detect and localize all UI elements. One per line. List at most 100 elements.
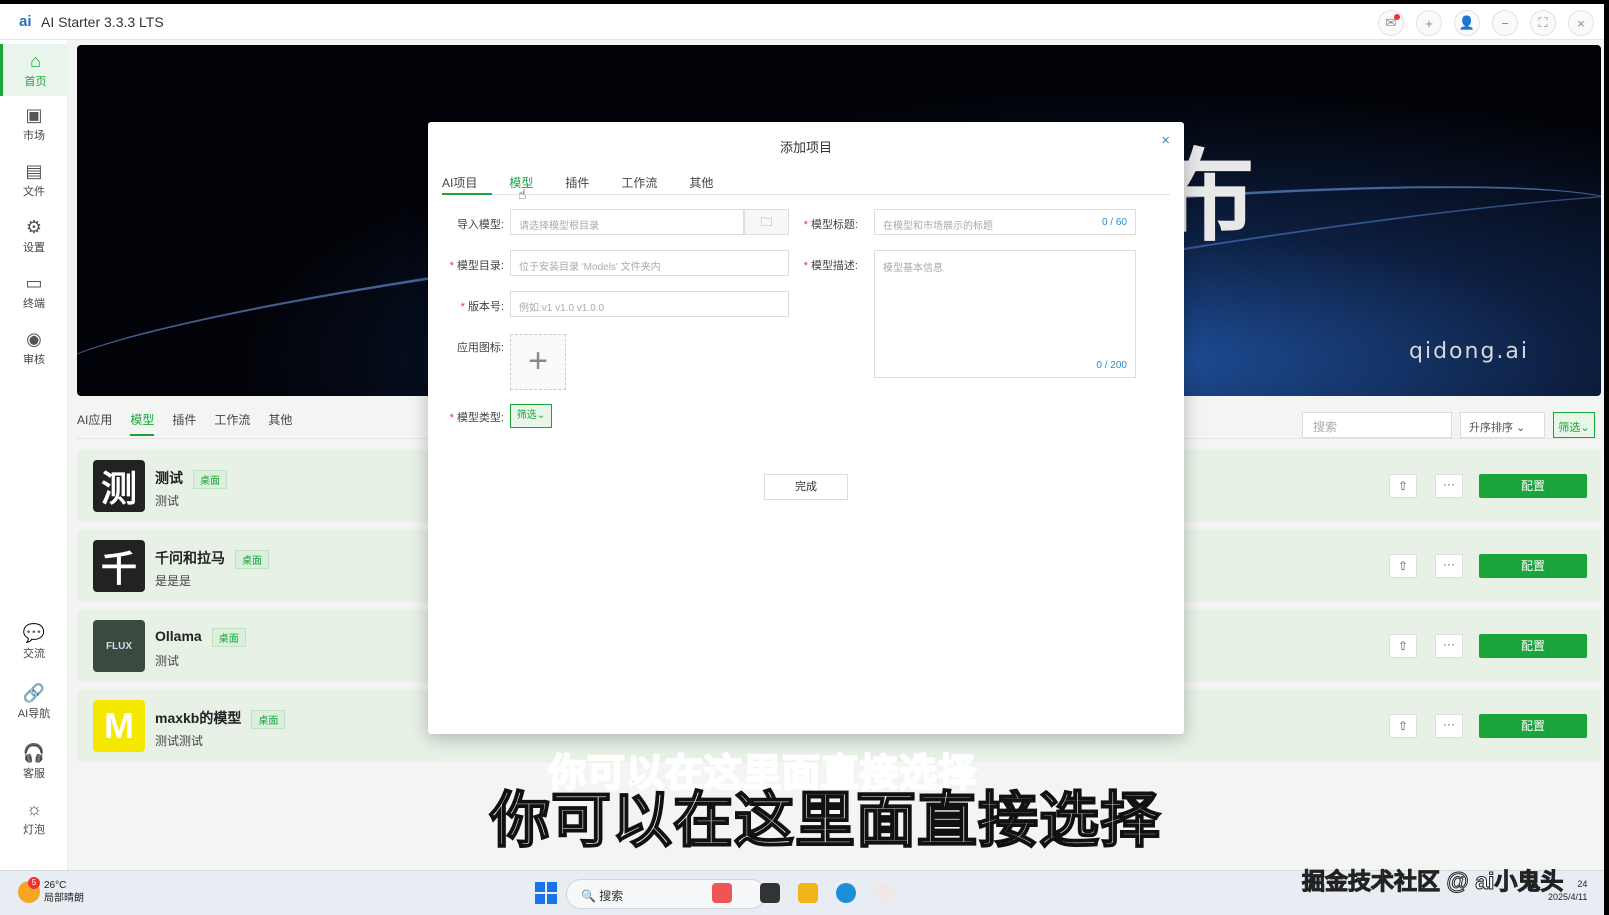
bulb-icon: ☼ — [25, 799, 43, 819]
window-controls: ✉ + 👤 − ⛶ × — [1378, 10, 1594, 36]
terminal-icon: ▭ — [25, 273, 43, 293]
sidebar: ⌂ 首页 ▣ 市场 ▤ 文件 ⚙ 设置 ▭ 终端 ◉ 审核 💬 交流 🔗 AI导航 🎧 客服 ☼ 灯… — [0, 40, 68, 870]
item-desc: 测试测试 — [155, 734, 204, 748]
chat-icon: 💬 — [22, 623, 46, 643]
status-badge: 桌面 — [193, 469, 227, 489]
share-icon[interactable]: ⇧ — [1389, 714, 1417, 738]
title-label: * 模型标题: — [803, 219, 858, 231]
tab-models[interactable]: 模型 — [130, 411, 155, 436]
icon-label: 应用图标: — [456, 342, 504, 354]
share-icon[interactable]: ⇧ — [1389, 474, 1417, 498]
sidebar-item-review[interactable]: ◉ 审核 — [0, 322, 68, 374]
taskbar-search[interactable]: 🔍 搜索 — [566, 879, 766, 909]
done-button[interactable]: 完成 — [764, 474, 848, 500]
windows-start-icon[interactable] — [535, 882, 557, 904]
minimize-icon[interactable]: − — [1492, 10, 1518, 36]
item-desc: 是是是 — [155, 574, 192, 588]
item-name: 测试 桌面 — [155, 468, 227, 489]
sidebar-item-files[interactable]: ▤ 文件 — [0, 154, 68, 206]
sidebar-item-home[interactable]: ⌂ 首页 — [0, 44, 68, 96]
headset-icon: 🎧 — [22, 743, 46, 763]
notification-dot — [1394, 14, 1400, 20]
status-badge: 桌面 — [211, 628, 246, 647]
more-icon[interactable]: ··· — [1435, 474, 1463, 498]
title-char-count: 0 / 60 — [1101, 217, 1127, 228]
config-button[interactable]: 配置 — [1479, 634, 1587, 658]
more-icon[interactable]: ··· — [1435, 554, 1463, 578]
desc-label: * 模型描述: — [803, 260, 858, 272]
more-icon[interactable]: ··· — [1435, 714, 1463, 738]
sidebar-item-settings[interactable]: ⚙ 设置 — [0, 210, 68, 262]
model-dir-input[interactable]: 位于安装目录 'Models' 文件夹内 — [510, 250, 789, 276]
banner-domain: qidong.ai — [1409, 339, 1529, 364]
app-title: AI Starter 3.3.3 LTS — [41, 13, 164, 30]
sidebar-item-market[interactable]: ▣ 市场 — [0, 98, 68, 150]
weather-text: 26°C 局部晴朗 — [44, 880, 84, 904]
item-name: 千问和拉马 桌面 — [155, 548, 269, 569]
close-icon[interactable]: × — [1161, 132, 1170, 149]
model-title-input[interactable]: 在模型和市场展示的标题 0 / 60 — [874, 209, 1136, 235]
tab-plugins[interactable]: 插件 — [172, 411, 196, 436]
item-name: maxkb的模型 桌面 — [155, 708, 286, 729]
config-button[interactable]: 配置 — [1479, 714, 1587, 738]
model-desc-textarea[interactable]: 模型基本信息 0 / 200 — [874, 250, 1136, 378]
avatar: FLUX — [93, 620, 145, 672]
mouse-cursor-icon: ☝ — [518, 186, 527, 202]
plus-icon[interactable]: + — [1416, 10, 1442, 36]
file-explorer-icon[interactable] — [798, 883, 818, 903]
add-project-dialog: 添加项目 × AI项目 模型 插件 工作流 其他 ☝ 导入模型: 请选择模型根目… — [428, 122, 1184, 734]
edge-icon[interactable] — [836, 883, 856, 903]
tab-ai-project[interactable]: AI项目 — [442, 174, 477, 191]
upload-icon-button[interactable]: + — [510, 334, 566, 390]
sidebar-item-support[interactable]: 🎧 客服 — [0, 736, 68, 788]
eye-icon: ◉ — [26, 329, 42, 349]
status-badge: 桌面 — [251, 709, 286, 729]
item-desc: 测试 — [155, 494, 180, 508]
version-input[interactable]: 例如:v1 v1.0 v1.0.0 — [510, 291, 789, 317]
import-model-input[interactable]: 请选择模型根目录 — [510, 209, 744, 235]
close-icon[interactable]: × — [1568, 10, 1594, 36]
avatar: 千 — [93, 540, 145, 592]
share-icon[interactable]: ⇧ — [1389, 634, 1417, 658]
version-label: * 版本号: — [460, 301, 504, 313]
app-icon[interactable] — [712, 883, 732, 903]
more-icon[interactable]: ··· — [1435, 634, 1463, 658]
sidebar-item-chat[interactable]: 💬 交流 — [0, 616, 68, 668]
store-icon: ▣ — [25, 105, 43, 125]
taskbar-clock: 24 2025/4/11 — [1548, 879, 1588, 902]
home-icon: ⌂ — [30, 51, 41, 71]
task-view-icon[interactable] — [760, 883, 780, 903]
tab-ai-apps[interactable]: AI应用 — [77, 411, 112, 436]
sort-select[interactable]: 升序排序 ⌄ — [1460, 412, 1545, 438]
tab-other[interactable]: 其他 — [268, 411, 292, 436]
category-tabs: AI应用 模型 插件 工作流 其他 — [77, 411, 292, 436]
import-label: 导入模型: — [456, 219, 504, 231]
tab-workflows[interactable]: 工作流 — [214, 411, 250, 436]
user-icon[interactable]: 👤 — [1454, 10, 1480, 36]
tab-other[interactable]: 其他 — [689, 174, 713, 191]
link-icon: 🔗 — [22, 683, 46, 703]
chrome-icon[interactable] — [874, 883, 894, 903]
app-logo-icon: ai — [19, 12, 32, 30]
avatar: 测 — [93, 460, 145, 512]
sidebar-item-ai-nav[interactable]: 🔗 AI导航 — [0, 676, 68, 728]
app-window: ai AI Starter 3.3.3 LTS ✉ + 👤 − ⛶ × ⌂ 首页 … — [0, 4, 1604, 870]
search-input[interactable]: 搜索 — [1302, 412, 1452, 438]
share-icon[interactable]: ⇧ — [1389, 554, 1417, 578]
maximize-icon[interactable]: ⛶ — [1530, 10, 1556, 36]
tab-plugin[interactable]: 插件 — [565, 174, 589, 191]
dir-label: * 模型目录: — [449, 260, 504, 272]
mail-icon[interactable]: ✉ — [1378, 10, 1404, 36]
tab-workflow[interactable]: 工作流 — [621, 174, 657, 191]
config-button[interactable]: 配置 — [1479, 474, 1587, 498]
sidebar-item-bulb[interactable]: ☼ 灯泡 — [0, 792, 68, 844]
weather-badge: 5 — [28, 877, 40, 889]
desc-char-count: 0 / 200 — [1096, 360, 1127, 371]
filter-button[interactable]: 筛选⌄ — [1553, 412, 1595, 438]
dialog-title: 添加项目 — [779, 140, 832, 155]
gear-icon: ⚙ — [25, 217, 43, 237]
config-button[interactable]: 配置 — [1479, 554, 1587, 578]
sidebar-item-terminal[interactable]: ▭ 终端 — [0, 266, 68, 318]
watermark: 掘金技术社区 @ ai小鬼头 — [1301, 868, 1564, 895]
model-type-filter-button[interactable]: 筛选⌄ — [510, 404, 552, 428]
